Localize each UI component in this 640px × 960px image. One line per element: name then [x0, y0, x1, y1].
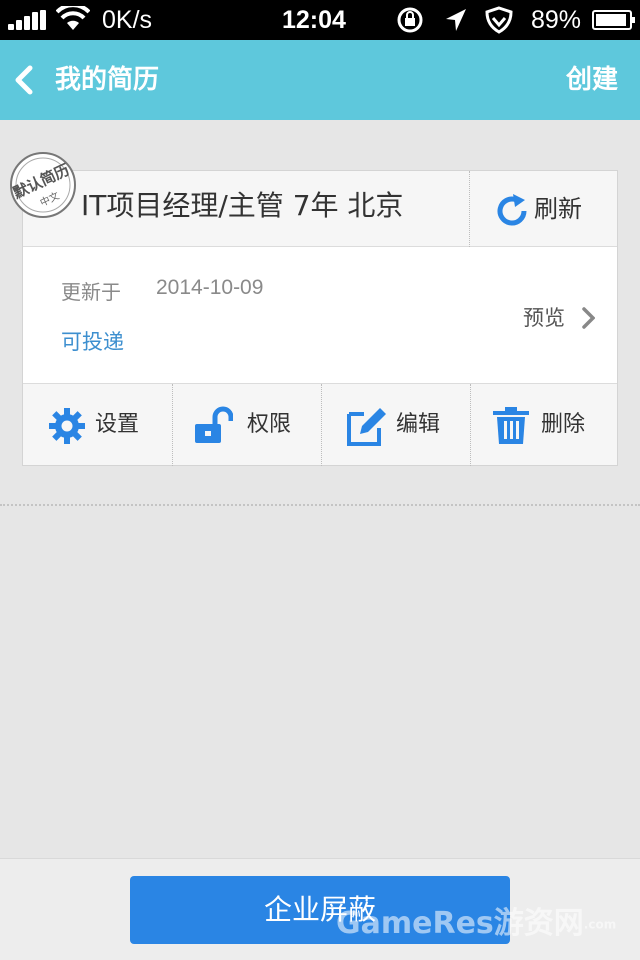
edit-button[interactable]: 编辑	[321, 384, 470, 466]
resume-actions: 设置 权限 编辑 删除	[23, 383, 619, 466]
battery-percentage: 89%	[531, 6, 582, 34]
edit-icon	[347, 408, 386, 446]
shield-icon	[485, 6, 513, 34]
resume-title[interactable]: IT项目经理/主管 7年 北京	[81, 171, 403, 241]
updated-label: 更新于	[61, 280, 121, 304]
refresh-button[interactable]: 刷新	[469, 171, 617, 247]
delivery-status: 可投递	[61, 330, 124, 354]
settings-label: 设置	[95, 412, 140, 437]
resume-card: IT项目经理/主管 7年 北京 刷新 更新于 2014-10-09 可投递 预览	[22, 170, 618, 466]
preview-link[interactable]: 预览	[523, 303, 565, 333]
chevron-right-icon[interactable]	[581, 307, 595, 329]
network-speed: 0K/s	[102, 6, 153, 34]
refresh-icon	[497, 194, 527, 226]
updated-date: 2014-10-09	[156, 276, 264, 299]
delete-label: 删除	[541, 412, 586, 437]
edit-label: 编辑	[396, 412, 441, 437]
watermark: GameRes游资网.com	[336, 906, 617, 941]
page-title: 我的简历	[55, 65, 160, 95]
trash-icon	[493, 407, 529, 444]
unlock-icon	[195, 406, 233, 443]
delete-button[interactable]: 删除	[470, 384, 619, 466]
rotation-lock-icon	[397, 7, 423, 33]
back-chevron-icon[interactable]	[10, 60, 40, 100]
signal-icon	[8, 10, 48, 30]
refresh-label: 刷新	[534, 195, 582, 223]
clock: 12:04	[282, 6, 346, 34]
location-icon	[446, 9, 466, 31]
permission-button[interactable]: 权限	[172, 384, 321, 466]
resume-card-header: IT项目经理/主管 7年 北京 刷新	[23, 171, 617, 247]
nav-bar: 我的简历 创建	[0, 40, 640, 120]
battery-icon	[592, 10, 635, 30]
gear-icon	[49, 408, 85, 444]
permission-label: 权限	[247, 412, 292, 437]
status-bar: 0K/s 12:04 89%	[0, 0, 640, 40]
dotted-separator	[0, 504, 640, 506]
default-resume-badge: 默认简历 中文	[10, 152, 76, 218]
settings-button[interactable]: 设置	[23, 384, 172, 466]
wifi-icon	[56, 6, 90, 30]
create-button[interactable]: 创建	[566, 40, 618, 120]
